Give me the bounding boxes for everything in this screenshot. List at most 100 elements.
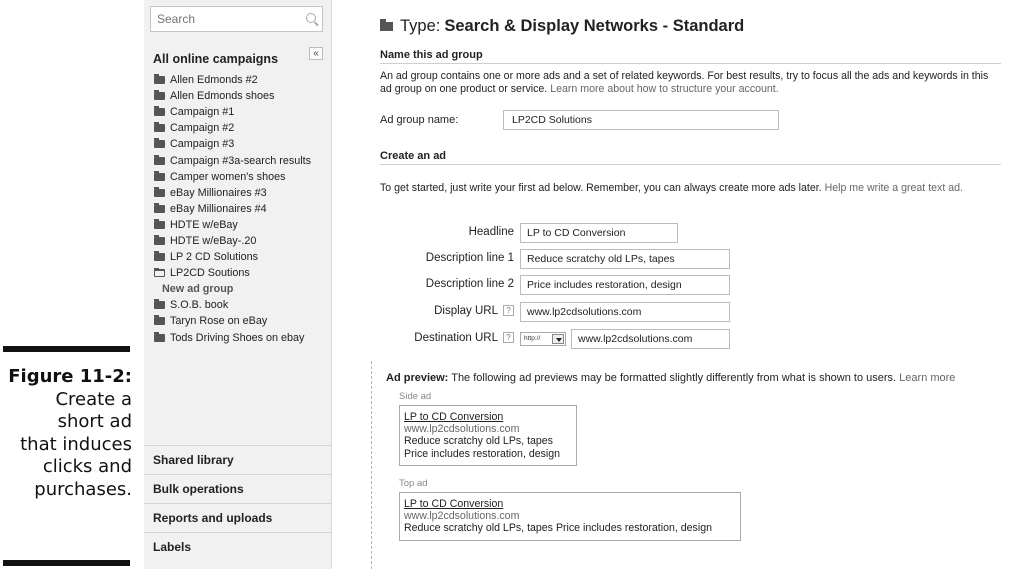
search-box[interactable]: [150, 6, 323, 32]
campaign-item[interactable]: eBay Millionaires #3: [154, 185, 311, 201]
folder-icon: [154, 315, 165, 326]
destination-url-text: Destination URL: [414, 332, 498, 344]
ad-group-name-input[interactable]: [503, 110, 779, 130]
headline-label: Headline: [468, 226, 514, 238]
campaign-item[interactable]: HDTE w/eBay: [154, 217, 311, 233]
open-folder-icon: [153, 268, 165, 278]
sidebar-labels[interactable]: Labels: [144, 532, 331, 561]
campaign-label: eBay Millionaires #3: [170, 186, 267, 199]
campaign-label: LP2CD Soutions: [170, 267, 250, 280]
protocol-value: http://: [524, 335, 541, 342]
destination-url-input[interactable]: [571, 329, 730, 349]
collapse-sidebar-button[interactable]: «: [309, 47, 323, 60]
caption-divider-top: [3, 346, 130, 352]
campaign-label: HDTE w/eBay: [170, 218, 238, 231]
name-ad-group-heading: Name this ad group: [380, 49, 1001, 64]
campaign-label: Allen Edmonds shoes: [170, 90, 275, 103]
ad-display-url: www.lp2cdsolutions.com: [404, 510, 520, 523]
display-url-row: Display URL?: [366, 302, 786, 323]
ad-headline[interactable]: LP to CD Conversion: [404, 411, 572, 423]
caption-line: that induces: [20, 433, 132, 455]
campaign-item[interactable]: Taryn Rose on eBay: [154, 313, 311, 329]
protocol-select[interactable]: http://: [520, 332, 566, 346]
help-write-ad-link[interactable]: Help me write a great text ad.: [825, 182, 963, 194]
folder-icon: [154, 74, 165, 85]
search-icon[interactable]: [306, 13, 316, 23]
campaign-item[interactable]: Campaign #1: [154, 104, 311, 120]
ad-description-2: Price includes restoration, design: [555, 522, 712, 535]
sidebar: All online campaigns « Allen Edmonds #2 …: [144, 0, 332, 569]
campaign-item[interactable]: Allen Edmonds shoes: [154, 88, 311, 104]
folder-icon: [154, 202, 165, 213]
help-icon[interactable]: ?: [503, 332, 514, 343]
campaign-label: Camper women's shoes: [170, 170, 286, 183]
help-icon[interactable]: ?: [503, 305, 514, 316]
campaign-item[interactable]: LP 2 CD Solutions: [154, 249, 311, 265]
search-input[interactable]: [151, 7, 301, 31]
headline-input[interactable]: [520, 223, 678, 243]
destination-url-row: Destination URL? http://: [366, 329, 786, 350]
campaign-item[interactable]: LP2CD Soutions: [153, 265, 311, 281]
ad-preview-heading: Ad preview: The following ad previews ma…: [386, 372, 955, 384]
campaign-item[interactable]: HDTE w/eBay-.20: [154, 233, 311, 249]
description-line-1-row: Description line 1: [366, 249, 786, 270]
display-url-text: Display URL: [434, 305, 498, 317]
ad-description-1: Reduce scratchy old LPs, tapes: [404, 522, 553, 535]
description-line-2-input[interactable]: [520, 275, 730, 295]
all-campaigns-link[interactable]: All online campaigns: [153, 52, 278, 66]
campaign-item[interactable]: Campaign #3a-search results: [154, 152, 311, 168]
folder-icon: [380, 19, 393, 31]
side-ad-preview: LP to CD Conversion www.lp2cdsolutions.c…: [399, 405, 577, 466]
ad-headline[interactable]: LP to CD Conversion: [404, 498, 736, 510]
sidebar-shared-library[interactable]: Shared library: [144, 445, 331, 474]
folder-icon: [154, 154, 165, 165]
campaign-item[interactable]: Allen Edmonds #2: [154, 72, 311, 88]
caption-line: purchases.: [34, 478, 132, 500]
ad-description-combined: Reduce scratchy old LPs, tapes Price inc…: [404, 522, 736, 534]
name-ad-group-description: An ad group contains one or more ads and…: [380, 70, 1001, 96]
campaign-item[interactable]: Camper women's shoes: [154, 169, 311, 185]
description-line-1-label: Description line 1: [425, 252, 514, 264]
folder-icon: [154, 234, 165, 245]
description-text: To get started, just write your first ad…: [380, 182, 822, 194]
destination-url-label: Destination URL?: [414, 332, 514, 344]
ad-display-url: www.lp2cdsolutions.com: [404, 423, 520, 436]
campaign-type: Type: Search & Display Networks - Standar…: [380, 17, 744, 36]
dropdown-arrow-icon[interactable]: [552, 334, 564, 344]
folder-icon: [154, 299, 165, 310]
preview-title: Ad preview:: [386, 372, 449, 384]
folder-icon: [154, 331, 165, 342]
caption-line: Create a: [55, 388, 132, 410]
folder-icon: [154, 138, 165, 149]
headline-row: Headline: [366, 223, 786, 244]
sidebar-reports-uploads[interactable]: Reports and uploads: [144, 503, 331, 532]
figure-number: Figure 11-2:: [8, 366, 132, 387]
ad-group-item[interactable]: New ad group: [154, 281, 311, 297]
campaign-item[interactable]: Campaign #3: [154, 136, 311, 152]
structure-account-link[interactable]: Learn more about how to structure your a…: [550, 83, 778, 95]
caption-line: clicks and: [42, 456, 132, 477]
type-value: Search & Display Networks - Standard: [444, 17, 745, 35]
main-content: Type: Search & Display Networks - Standar…: [366, 0, 1014, 569]
campaign-label: HDTE w/eBay-.20: [170, 234, 257, 247]
description-line-1-input[interactable]: [520, 249, 730, 269]
sidebar-bulk-operations[interactable]: Bulk operations: [144, 474, 331, 503]
folder-icon: [154, 186, 165, 197]
ad-preview: Ad preview: The following ad previews ma…: [371, 361, 1001, 569]
campaign-label: Campaign #3: [170, 138, 235, 151]
folder-icon: [154, 170, 165, 181]
campaign-item[interactable]: Campaign #2: [154, 120, 311, 136]
campaign-label: LP 2 CD Solutions: [170, 251, 259, 264]
caption-text: Figure 11-2: Create a short ad that indu…: [0, 366, 132, 501]
folder-icon: [154, 218, 165, 229]
campaign-item[interactable]: Tods Driving Shoes on ebay: [154, 330, 311, 346]
folder-icon: [154, 90, 165, 101]
display-url-input[interactable]: [520, 302, 730, 322]
campaign-item[interactable]: S.O.B. book: [154, 297, 311, 313]
campaign-label: Campaign #1: [170, 106, 235, 119]
campaign-label: eBay Millionaires #4: [170, 202, 267, 215]
learn-more-link[interactable]: Learn more: [899, 372, 955, 384]
campaign-item[interactable]: eBay Millionaires #4: [154, 201, 311, 217]
ad-group-label: New ad group: [162, 283, 234, 296]
campaign-label: Tods Driving Shoes on ebay: [170, 331, 305, 344]
